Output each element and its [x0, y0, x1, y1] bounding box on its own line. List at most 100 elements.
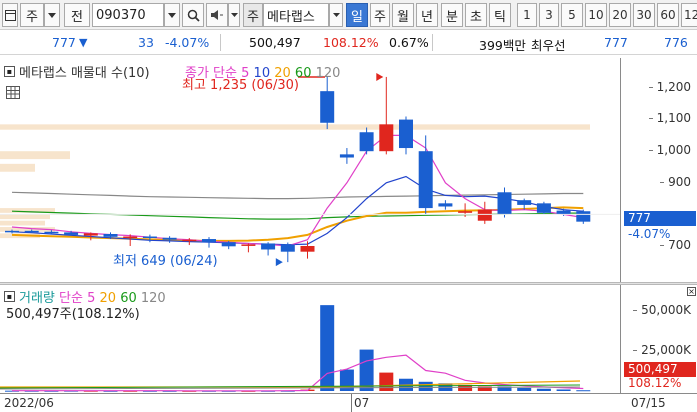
candle-body	[123, 236, 138, 239]
interval-button-10[interactable]: 10	[585, 3, 607, 27]
volume-profile-bar	[0, 220, 45, 226]
price-axis[interactable]: 1,200 1,100 1,000 900 700 777 -4.07%	[620, 58, 697, 282]
price-tick: 1,100	[648, 111, 691, 125]
volume-chart-pane[interactable]: ▪ 거래량 단순 5 20 60 120 500,497주(108.12%)	[0, 285, 620, 393]
interval-button-20[interactable]: 20	[609, 3, 631, 27]
chart-toolbar: 주 전 090370 주 메타랩스 일 주 월 년 분 초 틱 1 3 5 10…	[0, 0, 697, 30]
volume-profile-bar	[0, 163, 35, 172]
volume-bar	[359, 349, 374, 391]
candle-body	[536, 203, 551, 213]
time-label: 07/15	[631, 396, 666, 410]
min-price-label: 최저 649 (06/24)	[113, 254, 218, 269]
candle-body	[182, 239, 197, 242]
search-icon[interactable]	[182, 3, 204, 27]
volume-tick: 50,000K	[633, 303, 691, 317]
price-pane-title: 메타랩스 매물대 수(10)	[19, 66, 150, 81]
code-dropdown-icon[interactable]	[164, 3, 180, 27]
interval-button-60[interactable]: 60	[657, 3, 679, 27]
stock-name-dropdown-icon[interactable]	[329, 3, 343, 27]
market-badge: 주	[243, 3, 263, 27]
candle-body	[142, 236, 157, 239]
candle-body	[280, 244, 295, 252]
volume-current-label: 500,497주(108.12%)	[6, 307, 140, 322]
candle-body	[359, 132, 374, 152]
pane-settings-icon[interactable]: ▪	[4, 66, 15, 77]
price-tick: 1,200	[648, 80, 691, 94]
candle-body	[5, 230, 19, 233]
candle-body	[261, 243, 276, 250]
period-tab-tick[interactable]: 틱	[489, 3, 511, 27]
stock-name-field[interactable]: 메타랩스	[263, 3, 329, 27]
prev-button[interactable]: 전	[64, 3, 90, 27]
trade-amount: 399백만	[479, 38, 526, 53]
market-selector[interactable]: 주	[20, 3, 44, 27]
interval-label: 5	[568, 8, 576, 22]
interval-button-30[interactable]: 30	[633, 3, 655, 27]
best-bid: 777	[604, 35, 628, 50]
best-ask: 776	[664, 35, 688, 50]
volume-ma-120-legend: 120	[140, 291, 166, 306]
speaker-dropdown-icon[interactable]	[228, 3, 240, 27]
period-tab-second[interactable]: 초	[465, 3, 487, 27]
period-label: 분	[446, 9, 458, 25]
interval-button-5[interactable]: 5	[561, 3, 583, 27]
period-tab-minute[interactable]: 분	[441, 3, 463, 27]
stock-name-value: 메타랩스	[267, 9, 315, 25]
interval-label: 30	[636, 8, 652, 22]
candle-body	[556, 210, 571, 215]
interval-label: 20	[612, 8, 628, 22]
volume-bar	[576, 390, 591, 392]
volume-pane-settings-icon[interactable]: ▪	[4, 291, 15, 302]
interval-button-3[interactable]: 3	[539, 3, 559, 27]
change-down-icon: ▼	[79, 36, 88, 49]
period-tab-week[interactable]: 주	[370, 3, 390, 27]
volume-bar	[536, 388, 551, 391]
divider	[432, 34, 433, 51]
current-price: 777	[52, 35, 76, 50]
price-chart-pane[interactable]: ▪ 메타랩스 매물대 수(10) 종가 단순 5 10 20 60 120 최고…	[0, 58, 620, 282]
interval-label: 1	[523, 8, 531, 22]
volume-ratio: 108.12%	[323, 35, 379, 50]
interval-label: 60	[660, 8, 676, 22]
price-change: 33	[138, 35, 154, 50]
stock-code-input[interactable]: 090370	[92, 3, 164, 27]
candle-body	[24, 230, 39, 233]
volume-bar	[556, 389, 571, 391]
volume-bar	[418, 381, 433, 391]
volume-axis[interactable]: × 50,000K 25,000K 500,497 108.12%	[620, 285, 697, 393]
last-change-tag: -4.07%	[628, 227, 671, 241]
ma5-line	[11, 134, 584, 247]
layout-icon[interactable]	[2, 3, 18, 27]
grid-table-icon[interactable]	[6, 86, 20, 99]
trade-volume: 500,497	[249, 35, 301, 50]
period-label: 초	[470, 9, 482, 25]
period-label: 주	[374, 9, 386, 25]
price-chart[interactable]	[0, 58, 620, 282]
max-price-arrowhead	[376, 72, 384, 81]
period-label: 틱	[494, 9, 506, 25]
period-tab-year[interactable]: 년	[416, 3, 438, 27]
candle-body	[64, 232, 79, 235]
close-pane-icon[interactable]: ×	[687, 287, 696, 296]
volume-profile-bar	[0, 124, 590, 130]
price-tick: 1,000	[648, 143, 691, 157]
volume-profile-bar	[0, 214, 50, 220]
time-label: 2022/06	[4, 396, 54, 410]
candle-body	[241, 244, 256, 246]
price-change-pct: -4.07%	[165, 35, 210, 50]
stock-code-value: 090370	[96, 7, 146, 23]
turnover-rate: 0.67%	[389, 35, 429, 50]
divider	[220, 34, 221, 51]
time-axis[interactable]: 2022/06 07 07/15	[0, 393, 697, 412]
best-quote-label: 최우선	[531, 38, 566, 53]
interval-button-1[interactable]: 1	[517, 3, 537, 27]
interval-button-120[interactable]: 12	[681, 3, 697, 27]
period-tab-day[interactable]: 일	[346, 3, 368, 27]
speaker-icon[interactable]	[206, 3, 228, 27]
market-dropdown-icon[interactable]	[44, 3, 60, 27]
month-divider	[351, 394, 352, 412]
candle-body	[418, 151, 433, 209]
period-tab-month[interactable]: 월	[392, 3, 414, 27]
interval-label: 3	[545, 8, 553, 22]
period-label: 년	[421, 9, 433, 25]
